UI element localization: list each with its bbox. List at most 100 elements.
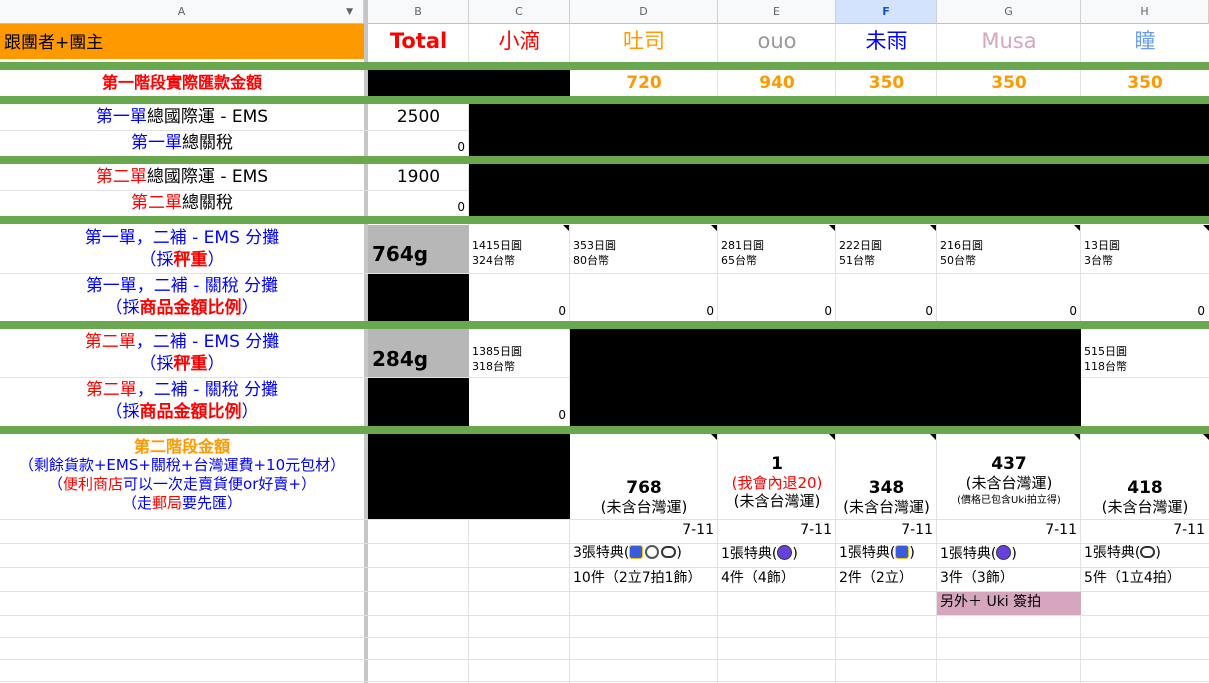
cell-e-stage1[interactable]: 940 xyxy=(718,70,836,96)
cell-c-o2-split-ems[interactable]: 1385日圓 318台幣 xyxy=(472,344,568,374)
comment-indicator-icon[interactable] xyxy=(711,434,717,440)
cell-f-stage2[interactable]: 348 (未含台灣運) xyxy=(836,434,937,519)
cell-b1[interactable]: Total xyxy=(368,24,469,59)
cell-a-o2-split-ems[interactable]: 第二單，二補 - EMS 分攤 （採秤重） xyxy=(0,329,364,377)
cell-a-o2-split-tax[interactable]: 第二單，二補 - 關稅 分攤 （採商品金額比例） xyxy=(0,378,364,426)
cell-f-date[interactable]: 7-11 xyxy=(836,522,933,539)
comment-indicator-icon[interactable] xyxy=(1074,225,1080,231)
cell-h-o2-split-ems[interactable]: 515日圓 118台幣 xyxy=(1084,344,1206,374)
cell-d-o1-split-ems[interactable]: 353日圓 80台幣 xyxy=(573,238,713,268)
weight: 284g xyxy=(372,347,429,371)
cell-a-o1-ems[interactable]: 第一單 總國際運 - EMS xyxy=(0,104,364,130)
cell-g-stage1[interactable]: 350 xyxy=(937,70,1081,96)
gridline xyxy=(0,659,1209,660)
twd-value: 51台幣 xyxy=(839,254,875,267)
chevron-down-icon[interactable]: ▼ xyxy=(346,7,353,17)
cell-a-o1-tax[interactable]: 第一單 總關稅 xyxy=(0,131,364,156)
comment-indicator-icon[interactable] xyxy=(1074,434,1080,440)
cell-a-o2-tax[interactable]: 第二單 總關稅 xyxy=(0,191,364,216)
order-label: 第二單 xyxy=(131,193,182,214)
cell-b-o1-ems[interactable]: 2500 xyxy=(368,104,469,130)
cell-e-o1-split-ems[interactable]: 281日圓 65台幣 xyxy=(721,238,831,268)
cell-h-o1-split-ems[interactable]: 13日圓 3台幣 xyxy=(1084,238,1206,268)
column-letter: A xyxy=(177,5,186,18)
cell-e-stage2[interactable]: 1 (我會內退20) (未含台灣運) xyxy=(718,434,836,519)
note: (未含台灣運) xyxy=(600,498,688,517)
cell-f-bonus[interactable]: 1張特典() xyxy=(839,545,936,562)
cell-b-o1-tax[interactable]: 0 xyxy=(368,140,465,155)
cell-e-items[interactable]: 4件（4飾） xyxy=(721,570,835,587)
cell-c-o1-split-tax[interactable]: 0 xyxy=(469,304,566,319)
cell-g-o1-split-ems[interactable]: 216日圓 50台幣 xyxy=(940,238,1078,268)
cell-a1[interactable]: 跟團者+團主 xyxy=(0,24,364,59)
bonus-text: 1張特典( xyxy=(940,546,997,562)
cell-d-items[interactable]: 10件（2立7拍1飾） xyxy=(573,570,717,587)
cell-a-stage2[interactable]: 第二階段金額 （剩餘貨款+EMS+關稅+台灣運費+10元包材） （便利商店可以一… xyxy=(0,434,364,519)
cell-e-o1-split-tax[interactable]: 0 xyxy=(718,304,832,319)
cell-a-o2-ems[interactable]: 第二單 總國際運 - EMS xyxy=(0,164,364,190)
comment-indicator-icon[interactable] xyxy=(930,434,936,440)
column-header-c[interactable]: C xyxy=(469,0,570,24)
cell-d-stage1[interactable]: 720 xyxy=(570,70,718,96)
comment-indicator-icon[interactable] xyxy=(1203,225,1209,231)
cell-d1[interactable]: 吐司 xyxy=(570,24,718,59)
twd-value: 318台幣 xyxy=(472,360,515,373)
column-header-d[interactable]: D xyxy=(570,0,718,24)
character-icon xyxy=(629,545,644,559)
cell-h-stage2[interactable]: 418 (未含台灣運) xyxy=(1081,434,1209,519)
cell-h-stage1[interactable]: 350 xyxy=(1081,70,1209,96)
cell-c-o2-split-tax[interactable]: 0 xyxy=(469,408,566,423)
cell-c-o1-split-ems[interactable]: 1415日圓 324台幣 xyxy=(472,238,568,268)
cell-e-bonus[interactable]: 1張特典() xyxy=(721,545,835,563)
column-header-f[interactable]: F xyxy=(836,0,937,24)
cell-h-o1-split-tax[interactable]: 0 xyxy=(1081,304,1205,319)
cell-g-extra[interactable]: 另外＋ Uki 簽拍 xyxy=(937,592,1081,615)
cell-a-o1-split-ems[interactable]: 第一單，二補 - EMS 分攤 （採秤重） xyxy=(0,225,364,273)
cell-d-stage2[interactable]: 768 (未含台灣運) xyxy=(570,434,718,519)
column-header-h[interactable]: H xyxy=(1081,0,1209,24)
cell-b-o1-split-ems[interactable]: 764g xyxy=(372,242,467,270)
cell-a-o1-split-tax[interactable]: 第一單，二補 - 關稅 分攤 （採商品金額比例） xyxy=(0,274,364,321)
comment-indicator-icon[interactable] xyxy=(1203,434,1209,440)
redacted-cell xyxy=(368,274,469,321)
comment-indicator-icon[interactable] xyxy=(930,225,936,231)
cell-c1[interactable]: 小滴 xyxy=(469,24,570,59)
cell-f-o1-split-ems[interactable]: 222日圓 51台幣 xyxy=(839,238,934,268)
column-header-e[interactable]: E xyxy=(718,0,836,24)
redacted-cell xyxy=(368,70,570,96)
weight: 764g xyxy=(372,242,429,266)
cell-g1[interactable]: Musa xyxy=(937,24,1081,59)
redacted-cell xyxy=(469,104,1209,156)
cell-f-o1-split-tax[interactable]: 0 xyxy=(836,304,933,319)
cell-d-o1-split-tax[interactable]: 0 xyxy=(570,304,714,319)
column-header-g[interactable]: G xyxy=(937,0,1081,24)
cell-h-bonus[interactable]: 1張特典() xyxy=(1084,545,1208,562)
comment-indicator-icon[interactable] xyxy=(829,434,835,440)
bonus-text: ) xyxy=(909,545,915,561)
cell-g-o1-split-tax[interactable]: 0 xyxy=(937,304,1077,319)
comment-indicator-icon[interactable] xyxy=(563,225,569,231)
cell-e1[interactable]: ouo xyxy=(718,24,836,59)
cell-g-stage2[interactable]: 437 (未含台灣運) (價格已包含Uki拍立得) xyxy=(937,434,1081,519)
cell-g-items[interactable]: 3件（3飾） xyxy=(940,570,1080,587)
cell-h-date[interactable]: 7-11 xyxy=(1081,522,1205,539)
cell-d-bonus[interactable]: 3張特典() xyxy=(573,545,717,562)
comment-indicator-icon[interactable] xyxy=(829,225,835,231)
cell-g-bonus[interactable]: 1張特典() xyxy=(940,545,1080,563)
amount: 768 xyxy=(626,478,662,498)
comment-indicator-icon[interactable] xyxy=(711,225,717,231)
column-header-b[interactable]: B xyxy=(368,0,469,24)
cell-d-date[interactable]: 7-11 xyxy=(570,522,714,539)
cell-h1[interactable]: 瞳 xyxy=(1081,24,1209,59)
cell-h-items[interactable]: 5件（1立4拍） xyxy=(1084,570,1208,587)
cell-f1[interactable]: 未雨 xyxy=(836,24,937,59)
cell-a-stage1[interactable]: 第一階段實際匯款金額 xyxy=(0,70,364,96)
cell-f-items[interactable]: 2件（2立） xyxy=(839,570,936,587)
cell-f-stage1[interactable]: 350 xyxy=(836,70,937,96)
cell-e-date[interactable]: 7-11 xyxy=(718,522,832,539)
cell-b-o2-ems[interactable]: 1900 xyxy=(368,164,469,190)
cell-b-o2-tax[interactable]: 0 xyxy=(368,200,465,215)
column-header-a[interactable]: A ▼ xyxy=(0,0,364,24)
cell-b-o2-split-ems[interactable]: 284g xyxy=(372,347,467,375)
cell-g-date[interactable]: 7-11 xyxy=(937,522,1077,539)
